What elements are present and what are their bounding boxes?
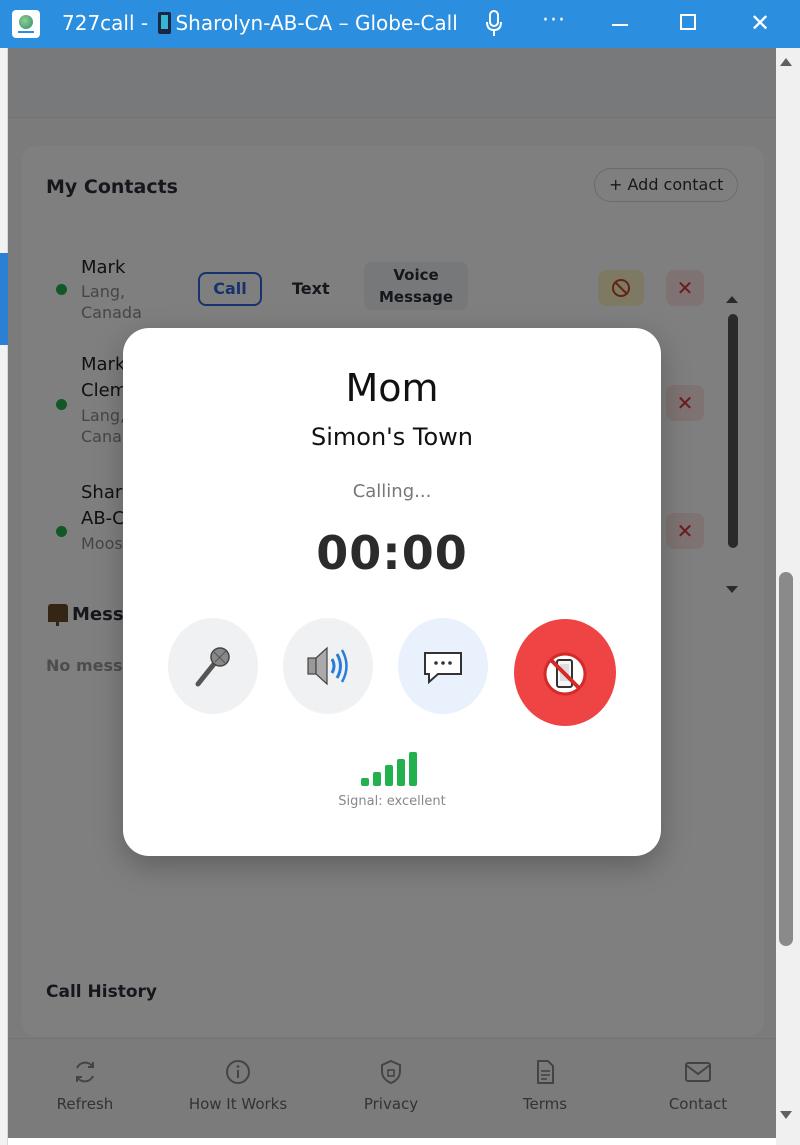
signal-bar: [385, 765, 393, 786]
call-timer: 00:00: [316, 526, 468, 580]
signal-bar: [397, 758, 405, 786]
microphone-icon: [195, 647, 230, 687]
close-window-button[interactable]: ✕: [750, 9, 770, 37]
window-titlebar: 727call - Sharolyn-AB-CA – Globe-Call ··…: [0, 0, 800, 48]
scroll-up-arrow[interactable]: [780, 58, 792, 66]
call-status: Calling...: [352, 481, 432, 502]
phone-emoji-icon: [158, 12, 172, 34]
window-title: 727call - Sharolyn-AB-CA – Globe-Call: [62, 11, 458, 35]
signal-bar: [361, 778, 369, 786]
message-button[interactable]: [398, 618, 488, 714]
hang-up-button[interactable]: [514, 619, 616, 726]
signal-bar: [409, 752, 417, 786]
window-title-suffix: Sharolyn-AB-CA – Globe-Call: [175, 11, 458, 35]
background-window-strip: [0, 48, 8, 1145]
mute-button[interactable]: [168, 618, 258, 714]
callee-location: Simon's Town: [310, 423, 473, 451]
no-mobile-phones-icon: [543, 652, 587, 696]
signal-strength: [361, 750, 423, 786]
window-title-prefix: 727call -: [62, 11, 155, 35]
microphone-icon[interactable]: [484, 9, 504, 39]
minimize-button[interactable]: [612, 24, 628, 26]
app-logo-icon: [12, 10, 40, 38]
callee-name: Mom: [345, 366, 439, 410]
speaker-button[interactable]: [283, 618, 373, 714]
call-modal: Mom Simon's Town Calling... 00:00 Signal…: [123, 328, 661, 856]
signal-bar: [373, 771, 381, 786]
signal-label: Signal: excellent: [338, 794, 446, 809]
scroll-thumb[interactable]: [779, 572, 793, 946]
maximize-button[interactable]: [680, 14, 696, 30]
scroll-down-arrow[interactable]: [780, 1111, 792, 1119]
speech-bubble-icon: [424, 652, 462, 685]
speaker-icon: [307, 646, 348, 686]
more-options-button[interactable]: ···: [542, 8, 566, 33]
